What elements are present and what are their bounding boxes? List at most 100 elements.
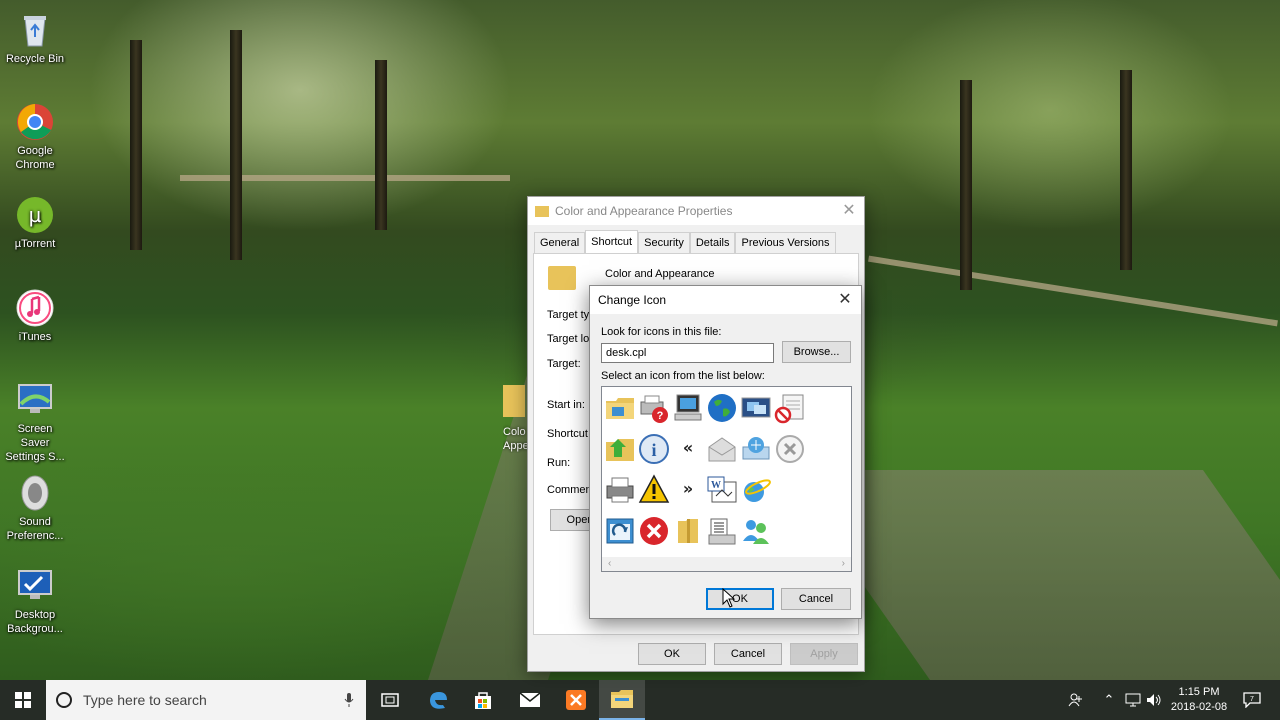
tab-strip: General Shortcut Security Details Previo… <box>534 230 836 253</box>
blocked-document-icon[interactable] <box>774 392 806 424</box>
clock[interactable]: 1:15 PM 2018-02-08 <box>1164 685 1234 715</box>
window-title: Color and Appearance Properties <box>555 204 733 218</box>
list-document-icon[interactable] <box>706 515 738 547</box>
close-icon[interactable]: ✕ <box>840 202 858 220</box>
close-icon[interactable]: ✕ <box>835 290 855 310</box>
mail-button[interactable] <box>507 680 553 720</box>
people-icon <box>1068 693 1082 707</box>
field-label: Start in: <box>547 399 585 411</box>
edge-button[interactable] <box>415 680 461 720</box>
error-icon[interactable] <box>638 515 670 547</box>
zip-folder-icon[interactable] <box>672 515 704 547</box>
properties-titlebar[interactable]: Color and Appearance Properties ✕ <box>528 197 864 225</box>
svg-text:W: W <box>711 480 721 491</box>
folder-icon <box>535 205 549 217</box>
desktop-icon-label: Google Chrome <box>15 145 55 171</box>
desktop-icon-sound[interactable]: Sound Preferenc... <box>2 473 68 543</box>
display-icon[interactable] <box>740 392 772 424</box>
field-label: Target loc <box>547 333 595 345</box>
file-explorer-icon <box>611 690 633 708</box>
network-icon <box>1125 693 1141 707</box>
desktop-icon-recycle-bin[interactable]: Recycle Bin <box>2 10 68 66</box>
tab-previous-versions[interactable]: Previous Versions <box>735 232 836 253</box>
warning-icon[interactable] <box>638 474 670 506</box>
change-icon-ok-button[interactable]: OK <box>706 588 774 610</box>
desktop-icon-utorrent[interactable]: µ µTorrent <box>2 195 68 251</box>
svg-text:«: « <box>683 438 693 457</box>
mail-icon <box>519 692 541 707</box>
search-placeholder: Type here to search <box>83 692 207 708</box>
printer-help-icon[interactable]: ? <box>638 392 670 424</box>
horizontal-scrollbar[interactable]: ‹ › <box>602 557 851 571</box>
users-icon[interactable] <box>740 515 772 547</box>
network-share-icon[interactable] <box>740 433 772 465</box>
itunes-icon <box>15 288 55 328</box>
desktop-background-icon <box>15 566 55 606</box>
mouse-cursor-icon <box>722 588 736 608</box>
people-button[interactable] <box>1064 680 1088 720</box>
icon-list[interactable]: ? i « » W ‹ › <box>601 386 852 572</box>
browse-button[interactable]: Browse... <box>782 341 851 363</box>
scroll-right-icon[interactable]: › <box>842 557 845 571</box>
desktop-icon-desktop-background[interactable]: Desktop Backgrou... <box>2 566 68 636</box>
tab-shortcut[interactable]: Shortcut <box>585 230 639 253</box>
printer-icon[interactable] <box>604 474 636 506</box>
properties-cancel-button[interactable]: Cancel <box>714 643 782 665</box>
action-center-button[interactable]: 7 <box>1240 680 1264 720</box>
folder-icon[interactable] <box>604 392 636 424</box>
change-icon-titlebar[interactable]: Change Icon <box>590 286 861 314</box>
microphone-icon[interactable] <box>344 692 354 708</box>
internet-icon[interactable] <box>740 474 772 506</box>
properties-apply-button[interactable]: Apply <box>790 643 858 665</box>
start-button[interactable] <box>0 680 46 720</box>
network-button[interactable] <box>1123 680 1143 720</box>
xampp-button[interactable] <box>553 680 599 720</box>
tab-details[interactable]: Details <box>689 232 736 253</box>
desktop-icon-label: Desktop Backgrou... <box>7 609 63 635</box>
recycle-bin-icon <box>15 10 55 50</box>
envelope-icon[interactable] <box>706 433 738 465</box>
svg-text:7: 7 <box>1250 696 1254 703</box>
delete-icon[interactable] <box>774 433 806 465</box>
show-hidden-icons-button[interactable]: ⌃ <box>1099 680 1119 720</box>
edge-icon <box>430 692 447 709</box>
desktop-icon-label: Recycle Bin <box>5 53 65 65</box>
word-document-icon[interactable]: W <box>706 474 738 506</box>
tab-general[interactable]: General <box>534 232 586 253</box>
desktop-icon-itunes[interactable]: iTunes <box>2 288 68 344</box>
globe-icon[interactable] <box>706 392 738 424</box>
store-button[interactable] <box>460 680 506 720</box>
shortcut-name: Color and Appearance <box>605 268 715 280</box>
rewind-icon[interactable]: « <box>672 433 704 465</box>
chrome-icon <box>15 102 55 142</box>
info-icon[interactable]: i <box>638 433 670 465</box>
tree-trunk <box>375 60 387 230</box>
select-icon-label: Select an icon from the list below: <box>601 370 765 382</box>
task-view-button[interactable] <box>367 680 413 720</box>
cortana-icon <box>56 692 72 708</box>
desktop-icon-screensaver[interactable]: Screen Saver Settings S... <box>2 380 68 464</box>
speaker-icon <box>15 473 55 513</box>
tree-trunk <box>230 30 242 260</box>
dialog-title: Change Icon <box>598 293 667 307</box>
computer-icon[interactable] <box>672 392 704 424</box>
fast-forward-icon[interactable]: » <box>672 474 704 506</box>
task-view-icon <box>381 693 399 707</box>
icon-file-input[interactable]: desk.cpl <box>601 343 774 363</box>
change-icon-cancel-button[interactable]: Cancel <box>781 588 851 610</box>
screensaver-icon <box>15 380 55 420</box>
speaker-icon <box>1147 694 1161 706</box>
folder-arrow-icon[interactable] <box>604 433 636 465</box>
search-box[interactable]: Type here to search <box>46 680 366 720</box>
folder-icon <box>548 266 576 290</box>
desktop-icon-chrome[interactable]: Google Chrome <box>2 102 68 172</box>
volume-button[interactable] <box>1144 680 1164 720</box>
refresh-window-icon[interactable] <box>604 515 636 547</box>
desktop-icon-color-appearance[interactable]: Colo Appe <box>503 385 527 453</box>
desktop-icon-label: Sound Preferenc... <box>6 516 64 542</box>
scroll-left-icon[interactable]: ‹ <box>608 557 611 571</box>
file-explorer-button[interactable] <box>599 680 645 720</box>
xampp-icon <box>566 690 586 710</box>
tab-security[interactable]: Security <box>638 232 690 253</box>
properties-ok-button[interactable]: OK <box>638 643 706 665</box>
